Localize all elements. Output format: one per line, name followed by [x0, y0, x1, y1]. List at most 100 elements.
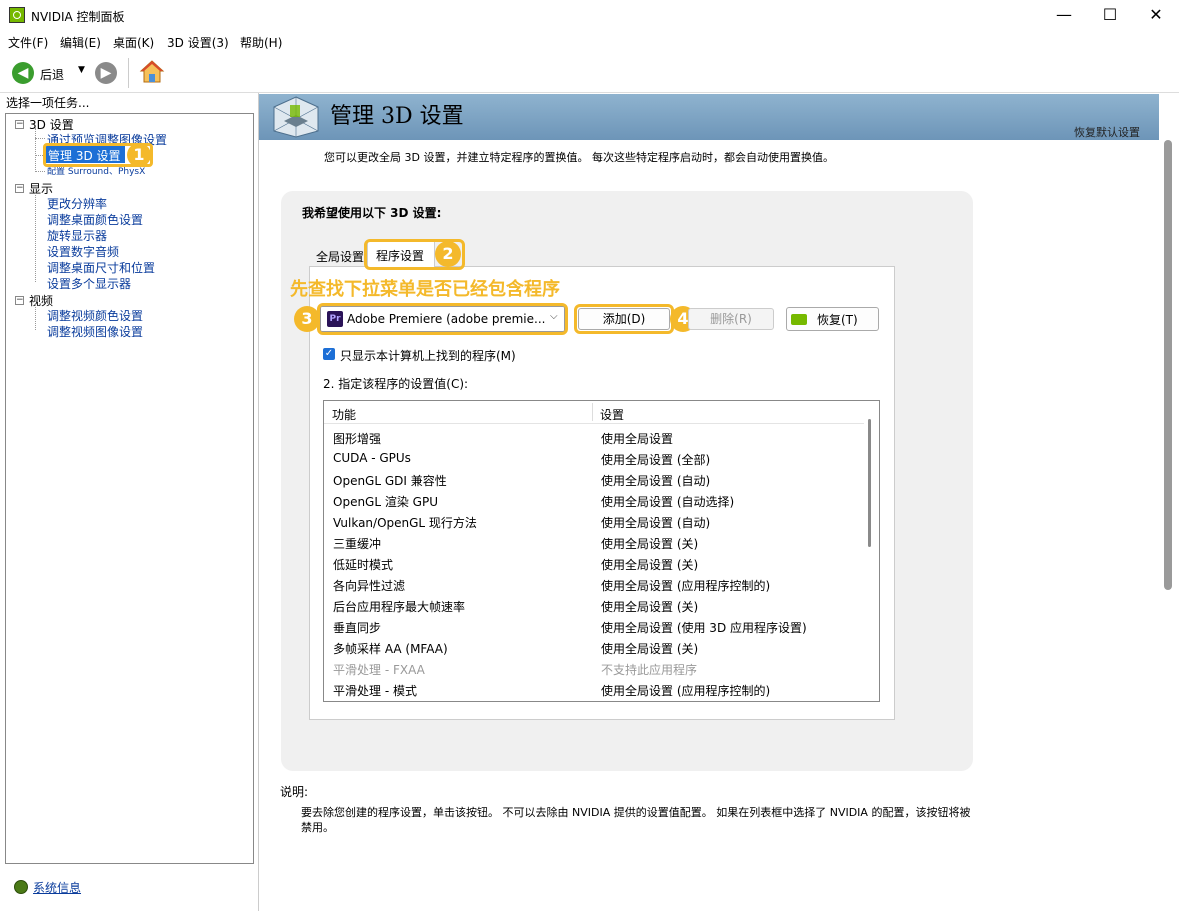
- feature-cell: OpenGL GDI 兼容性: [333, 474, 447, 488]
- setting-cell[interactable]: 使用全局设置 (应用程序控制的): [601, 682, 770, 699]
- remove-button[interactable]: 删除(R): [688, 308, 774, 330]
- column-divider: [592, 403, 593, 421]
- back-button[interactable]: ◀ 后退 ▼: [10, 61, 90, 85]
- back-arrow-icon: ◀: [12, 62, 34, 84]
- setting-cell[interactable]: 使用全局设置: [601, 430, 673, 447]
- setting-cell[interactable]: 使用全局设置 (使用 3D 应用程序设置): [601, 619, 807, 636]
- step2-label: 2. 指定该程序的设置值(C):: [323, 377, 469, 391]
- table-row[interactable]: 三重缓冲 使用全局设置 (关): [324, 532, 854, 553]
- table-row[interactable]: 平滑处理 - FXAA 不支持此应用程序: [324, 658, 854, 679]
- setting-cell[interactable]: 使用全局设置 (关): [601, 598, 698, 615]
- title-bar: NVIDIA 控制面板 — ☐ ✕: [0, 0, 1179, 30]
- page-title: 管理 3D 设置: [330, 104, 464, 129]
- back-label: 后退: [40, 68, 65, 82]
- setting-cell[interactable]: 使用全局设置 (全部): [601, 451, 710, 468]
- toolbar-divider: [128, 58, 129, 88]
- description-label: 说明:: [280, 785, 309, 799]
- home-button[interactable]: [139, 59, 165, 85]
- window-title: NVIDIA 控制面板: [31, 10, 125, 24]
- setting-cell[interactable]: 使用全局设置 (自动): [601, 472, 710, 489]
- column-header-setting[interactable]: 设置: [600, 406, 624, 423]
- restore-button-label: 恢复(T): [817, 313, 858, 327]
- table-row[interactable]: 低延时模式 使用全局设置 (关): [324, 553, 854, 574]
- feature-cell: 低延时模式: [333, 558, 394, 572]
- system-info-label: 系统信息: [33, 881, 82, 895]
- menu-3d-settings[interactable]: 3D 设置(3): [167, 34, 229, 51]
- highlight-box-4: [574, 304, 674, 334]
- toolbar: ◀ 后退 ▼ ▶: [0, 52, 1179, 93]
- feature-cell: OpenGL 渲染 GPU: [333, 495, 438, 509]
- table-row[interactable]: 垂直同步 使用全局设置 (使用 3D 应用程序设置): [324, 616, 854, 637]
- feature-cell: 后台应用程序最大帧速率: [333, 600, 466, 614]
- table-row[interactable]: CUDA - GPUs 使用全局设置 (全部): [324, 448, 854, 469]
- history-dropdown-icon[interactable]: ▼: [78, 65, 85, 75]
- feature-cell: 垂直同步: [333, 621, 382, 635]
- show-found-programs-checkbox[interactable]: ✓: [323, 348, 335, 360]
- tree-item-resolution[interactable]: 更改分辨率: [47, 195, 107, 212]
- setting-cell[interactable]: 使用全局设置 (关): [601, 556, 698, 573]
- setting-cell[interactable]: 使用全局设置 (自动选择): [601, 493, 734, 510]
- restore-button[interactable]: 恢复(T): [786, 307, 879, 331]
- home-icon: [139, 60, 165, 83]
- feature-cell: 三重缓冲: [333, 537, 382, 551]
- collapse-video[interactable]: −: [15, 296, 24, 305]
- table-row[interactable]: OpenGL GDI 兼容性 使用全局设置 (自动): [324, 469, 854, 490]
- tab-global-settings[interactable]: 全局设置: [312, 243, 368, 265]
- card-title: 我希望使用以下 3D 设置:: [302, 206, 442, 220]
- table-row[interactable]: 各向异性过滤 使用全局设置 (应用程序控制的): [324, 574, 854, 595]
- table-scrollbar-thumb[interactable]: [868, 419, 871, 547]
- column-header-feature[interactable]: 功能: [332, 406, 356, 423]
- menu-bar: 文件(F) 编辑(E) 桌面(K) 3D 设置(3) 帮助(H): [0, 30, 1179, 52]
- setting-cell[interactable]: 使用全局设置 (自动): [601, 514, 710, 531]
- tree-item-video-image[interactable]: 调整视频图像设置: [47, 323, 143, 340]
- setting-cell[interactable]: 使用全局设置 (关): [601, 535, 698, 552]
- collapse-3d-settings[interactable]: −: [15, 120, 24, 129]
- close-button[interactable]: ✕: [1133, 0, 1179, 30]
- table-row[interactable]: 图形增强 使用全局设置: [324, 427, 854, 448]
- description-text: 要去除您创建的程序设置，单击该按钮。 不可以去除由 NVIDIA 提供的设置值配…: [301, 806, 971, 834]
- feature-cell: Vulkan/OpenGL 现行方法: [333, 516, 477, 530]
- page-scrollbar-thumb[interactable]: [1164, 140, 1172, 590]
- menu-help[interactable]: 帮助(H): [240, 34, 282, 51]
- feature-cell: 各向异性过滤: [333, 579, 406, 593]
- table-row[interactable]: 后台应用程序最大帧速率 使用全局设置 (关): [324, 595, 854, 616]
- tree-line: [35, 138, 45, 139]
- feature-cell: 多帧采样 AA (MFAA): [333, 642, 448, 656]
- tree-item-desktop-size[interactable]: 调整桌面尺寸和位置: [47, 259, 155, 276]
- tree-item-rotate-display[interactable]: 旋转显示器: [47, 227, 107, 244]
- tree-item-video-color[interactable]: 调整视频颜色设置: [47, 307, 143, 324]
- tree-line: [35, 128, 36, 172]
- setting-cell[interactable]: 使用全局设置 (应用程序控制的): [601, 577, 770, 594]
- tree-line: [35, 192, 36, 282]
- tree-line: [35, 171, 45, 172]
- tree-line: [35, 304, 36, 330]
- 3d-cube-icon: [270, 95, 322, 139]
- menu-file[interactable]: 文件(F): [8, 34, 48, 51]
- tree-item-multiple-displays[interactable]: 设置多个显示器: [47, 275, 131, 292]
- collapse-display[interactable]: −: [15, 184, 24, 193]
- step-badge-3: 3: [294, 306, 320, 332]
- restore-defaults-link[interactable]: 恢复默认设置: [1074, 124, 1140, 140]
- setting-cell[interactable]: 使用全局设置 (关): [601, 640, 698, 657]
- tree-item-desktop-color[interactable]: 调整桌面颜色设置: [47, 211, 143, 228]
- menu-desktop[interactable]: 桌面(K): [113, 34, 154, 51]
- table-row[interactable]: 多帧采样 AA (MFAA) 使用全局设置 (关): [324, 637, 854, 658]
- feature-cell: 平滑处理 - 模式: [333, 684, 417, 698]
- feature-cell: 平滑处理 - FXAA: [333, 663, 425, 677]
- table-row[interactable]: OpenGL 渲染 GPU 使用全局设置 (自动选择): [324, 490, 854, 511]
- menu-edit[interactable]: 编辑(E): [60, 34, 101, 51]
- info-icon: [14, 880, 28, 894]
- setting-cell[interactable]: 不支持此应用程序: [601, 661, 697, 678]
- tree-item-digital-audio[interactable]: 设置数字音频: [47, 243, 119, 260]
- intro-text: 您可以更改全局 3D 设置，并建立特定程序的置换值。 每次这些特定程序启动时，都…: [324, 151, 834, 164]
- table-header: 功能 设置: [324, 401, 864, 424]
- minimize-button[interactable]: —: [1041, 0, 1087, 30]
- annotation-text: 先查找下拉菜单是否已经包含程序: [290, 279, 560, 300]
- forward-button[interactable]: ▶: [95, 62, 117, 84]
- nvidia-logo-icon: [791, 314, 807, 325]
- settings-table: 功能 设置 图形增强 使用全局设置 CUDA - GPUs 使用全局设置 (全部) Op…: [323, 400, 880, 702]
- maximize-button[interactable]: ☐: [1087, 0, 1133, 30]
- tab-global-label: 全局设置: [316, 250, 365, 264]
- table-row[interactable]: Vulkan/OpenGL 现行方法 使用全局设置 (自动): [324, 511, 854, 532]
- table-row[interactable]: 平滑处理 - 模式 使用全局设置 (应用程序控制的): [324, 679, 854, 700]
